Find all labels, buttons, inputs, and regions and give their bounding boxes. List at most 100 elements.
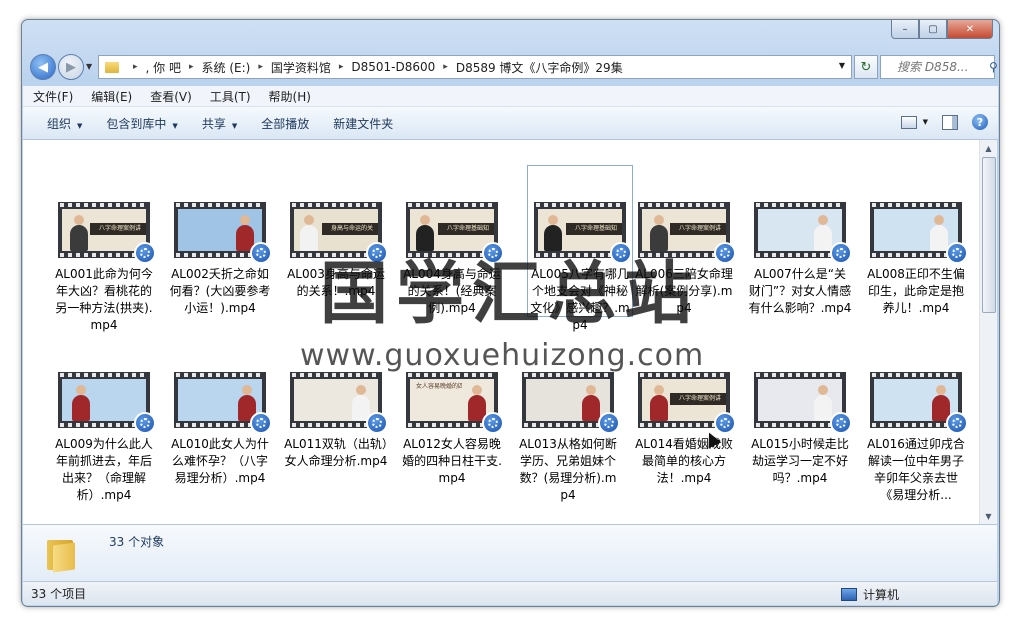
file-item[interactable]: AL011双轨（出轨）女人命理分析.mp4 bbox=[284, 372, 388, 470]
breadcrumb-item[interactable]: 国学资料馆 bbox=[271, 59, 331, 76]
include-library-label: 包含到库中 bbox=[106, 116, 167, 131]
media-player-icon bbox=[134, 242, 156, 264]
breadcrumb-separator[interactable]: ▸ bbox=[443, 62, 448, 72]
thumbnail-caption: 身高与命运的关 bbox=[322, 223, 378, 235]
file-item[interactable]: AL013从格如何断学历、兄弟姐妹个数？(易理分析).mp4 bbox=[516, 372, 620, 504]
video-thumbnail bbox=[174, 202, 272, 264]
media-player-icon bbox=[482, 412, 504, 434]
thumbnail-caption: 八字命理基础知 bbox=[566, 223, 622, 235]
folder-icon bbox=[47, 537, 79, 573]
address-bar[interactable]: ▸ , 你 吧 ▸ 系统 (E:) ▸ 国学资料馆 ▸ D8501-D8600 ▸ D85… bbox=[98, 55, 852, 79]
file-name: AL015小时候走比劫运学习一定不好吗？.mp4 bbox=[751, 437, 849, 485]
file-name: AL001此命为何今年大凶？看桃花的另一种方法(拱夹).mp4 bbox=[55, 267, 153, 332]
breadcrumb-part[interactable]: ▸ 系统 (E:) bbox=[181, 59, 250, 76]
media-player-icon bbox=[946, 242, 968, 264]
file-item[interactable]: AL002夭折之命如何看？(大凶要参考小运！).mp4 bbox=[168, 202, 272, 317]
view-controls: ▼ ? bbox=[900, 114, 988, 130]
refresh-button[interactable]: ↻ bbox=[854, 55, 878, 79]
media-player-icon bbox=[830, 242, 852, 264]
help-icon[interactable]: ? bbox=[972, 114, 988, 130]
file-name: AL014看婚姻成败最简单的核心方法！.mp4 bbox=[635, 437, 733, 485]
breadcrumb-separator[interactable]: ▸ bbox=[189, 62, 194, 72]
menu-file[interactable]: 文件(F) bbox=[25, 88, 81, 105]
thumbnail-caption: 八字命理案例讲 bbox=[670, 223, 726, 235]
video-thumbnail: 女人容易晚婚的四种日柱干支 bbox=[406, 372, 504, 434]
details-pane: 33 个对象 bbox=[23, 524, 997, 581]
back-button[interactable]: ◀ bbox=[30, 54, 56, 80]
minimize-button[interactable]: – bbox=[891, 20, 919, 39]
new-folder-button[interactable]: 新建文件夹 bbox=[321, 115, 405, 132]
file-name: AL002夭折之命如何看？(大凶要参考小运！).mp4 bbox=[169, 267, 271, 315]
organize-label: 组织 bbox=[47, 116, 72, 131]
file-name: AL012女人容易晚婚的四种日柱干支.mp4 bbox=[402, 437, 502, 485]
media-player-icon bbox=[830, 412, 852, 434]
file-item[interactable]: 女人容易晚婚的四种日柱干支 AL012女人容易晚婚的四种日柱干支.mp4 bbox=[400, 372, 504, 487]
play-all-button[interactable]: 全部播放 bbox=[249, 115, 321, 132]
maximize-button[interactable]: ▢ bbox=[919, 20, 947, 39]
file-item[interactable]: AL015小时候走比劫运学习一定不好吗？.mp4 bbox=[748, 372, 852, 487]
video-thumbnail bbox=[870, 372, 968, 434]
scroll-down-arrow-icon[interactable]: ▼ bbox=[980, 508, 997, 524]
file-name: AL013从格如何断学历、兄弟姐妹个数？(易理分析).mp4 bbox=[519, 437, 617, 502]
file-name: AL011双轨（出轨）女人命理分析.mp4 bbox=[284, 437, 388, 468]
view-options-chevron-down-icon[interactable]: ▼ bbox=[923, 118, 928, 126]
chevron-down-icon: ▼ bbox=[231, 121, 238, 130]
close-button[interactable]: ✕ bbox=[947, 20, 993, 39]
video-thumbnail bbox=[522, 372, 620, 434]
menu-view[interactable]: 查看(V) bbox=[142, 88, 200, 105]
file-item[interactable]: AL009为什么此人年前抓进去，年后出来？（命理解析）.mp4 bbox=[52, 372, 156, 504]
address-history-chevron-down-icon[interactable]: ▼ bbox=[839, 61, 845, 70]
file-item[interactable]: AL007什么是“关财门”？对女人情感有什么影响？.mp4 bbox=[748, 202, 852, 317]
breadcrumb-item[interactable]: D8501-D8600 bbox=[351, 60, 435, 74]
chevron-down-icon: ▼ bbox=[172, 121, 178, 130]
share-button[interactable]: 共享 ▼ bbox=[190, 115, 249, 132]
vertical-scrollbar[interactable]: ▲ ▼ bbox=[979, 140, 997, 524]
menu-help[interactable]: 帮助(H) bbox=[261, 88, 319, 105]
video-thumbnail: 八字命理案例讲 bbox=[638, 372, 736, 434]
menu-tools[interactable]: 工具(T) bbox=[202, 88, 259, 105]
recent-pages-chevron-down-icon[interactable]: ▼ bbox=[86, 62, 92, 71]
video-thumbnail: 八字命理案例讲 bbox=[58, 202, 156, 264]
video-thumbnail bbox=[290, 372, 388, 434]
object-count: 33 个对象 bbox=[109, 535, 165, 549]
video-thumbnail bbox=[754, 202, 852, 264]
computer-icon bbox=[841, 588, 857, 601]
breadcrumb-item[interactable]: D8589 博文《八字命例》29集 bbox=[456, 59, 623, 76]
thumbnail-caption: 八字命理基础知 bbox=[438, 223, 494, 235]
breadcrumb-part[interactable]: ▸ D8589 博文《八字命例》29集 bbox=[435, 59, 622, 76]
breadcrumb-separator[interactable]: ▸ bbox=[258, 62, 263, 72]
breadcrumb-item[interactable]: , 你 吧 bbox=[146, 59, 181, 76]
scroll-thumb[interactable] bbox=[982, 157, 996, 313]
file-item[interactable]: 八字命理案例讲 AL014看婚姻成败最简单的核心方法！.mp4 bbox=[632, 372, 736, 487]
change-view-icon[interactable] bbox=[900, 115, 917, 129]
breadcrumb-part[interactable]: ▸ D8501-D8600 bbox=[331, 60, 435, 74]
thumbnail-caption: 女人容易晚婚的四种日柱干支 bbox=[416, 383, 462, 390]
file-item[interactable]: AL016通过卯戌合解读一位中年男子辛卯年父亲去世《易理分析... bbox=[864, 372, 968, 504]
breadcrumb-separator[interactable]: ▸ bbox=[339, 62, 344, 72]
watermark-url: www.guoxuehuizong.com bbox=[300, 338, 705, 373]
include-library-button[interactable]: 包含到库中 ▼ bbox=[94, 115, 189, 132]
video-thumbnail bbox=[58, 372, 156, 434]
breadcrumb-item[interactable]: 系统 (E:) bbox=[202, 59, 251, 76]
breadcrumb-part[interactable]: ▸ , 你 吧 bbox=[125, 59, 181, 76]
search-box[interactable]: ⚲ bbox=[880, 55, 998, 79]
media-player-icon bbox=[714, 242, 736, 264]
scroll-up-arrow-icon[interactable]: ▲ bbox=[980, 140, 997, 156]
forward-button[interactable]: ▶ bbox=[58, 54, 84, 80]
share-label: 共享 bbox=[201, 116, 226, 131]
file-item[interactable]: 八字命理案例讲 AL001此命为何今年大凶？看桃花的另一种方法(拱夹).mp4 bbox=[52, 202, 156, 334]
search-icon[interactable]: ⚲ bbox=[989, 60, 998, 74]
preview-pane-icon[interactable] bbox=[942, 114, 958, 130]
file-name: AL010此女人为什么难怀孕？（八字易理分析）.mp4 bbox=[171, 437, 269, 485]
organize-button[interactable]: 组织 ▼ bbox=[35, 115, 94, 132]
media-player-icon bbox=[250, 242, 272, 264]
title-bar: – ▢ ✕ bbox=[22, 20, 999, 46]
search-input[interactable] bbox=[881, 59, 989, 75]
menu-edit[interactable]: 编辑(E) bbox=[83, 88, 140, 105]
file-item[interactable]: AL010此女人为什么难怀孕？（八字易理分析）.mp4 bbox=[168, 372, 272, 487]
breadcrumb-part[interactable]: ▸ 国学资料馆 bbox=[250, 59, 331, 76]
media-player-icon bbox=[714, 412, 736, 434]
breadcrumb-separator[interactable]: ▸ bbox=[133, 62, 138, 72]
file-item[interactable]: AL008正印不生偏印生，此命定是抱养儿！.mp4 bbox=[864, 202, 968, 317]
status-location: 计算机 bbox=[841, 586, 899, 603]
